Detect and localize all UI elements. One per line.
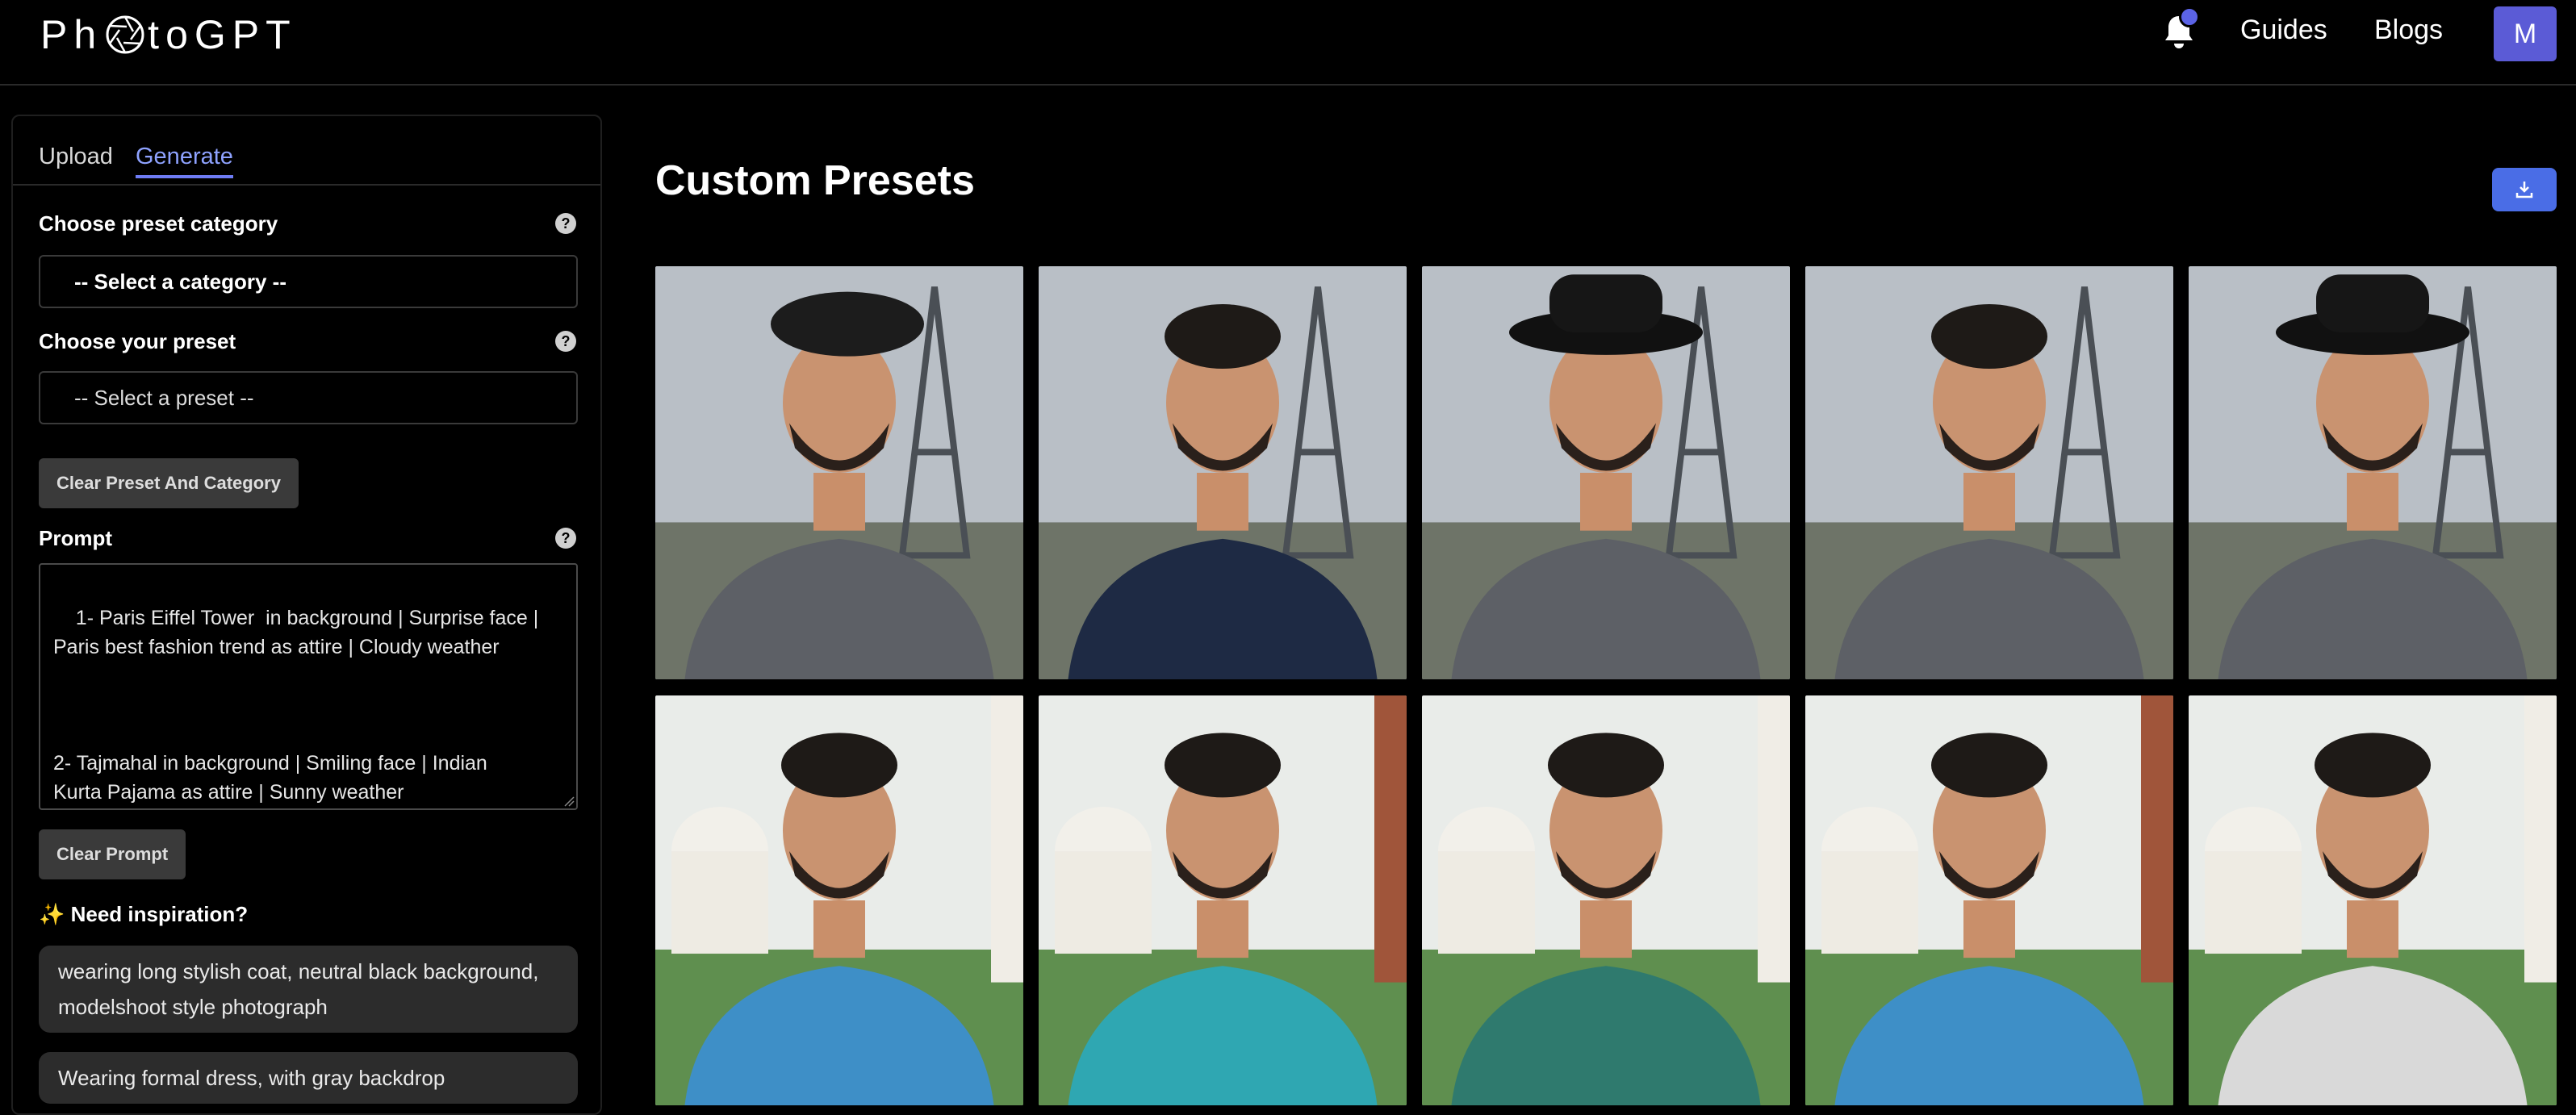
preset-photo[interactable] [1039, 695, 1407, 1105]
panel-tabs: Upload Generate [13, 116, 600, 186]
page-title: Custom Presets [655, 157, 975, 204]
preset-select[interactable]: -- Select a preset -- [39, 371, 578, 424]
nav-blogs-link[interactable]: Blogs [2374, 15, 2443, 46]
user-avatar[interactable]: M [2494, 6, 2557, 61]
preset-photo[interactable] [2189, 266, 2557, 679]
tab-generate[interactable]: Generate [136, 144, 233, 178]
preset-photo-image [1805, 695, 2173, 1105]
prompt-textarea[interactable]: 1- Paris Eiffel Tower in background | Su… [39, 563, 578, 810]
preset-label: Choose your preset [39, 329, 236, 353]
logo-text-suffix: toGPT [148, 12, 297, 57]
download-icon [2515, 182, 2533, 198]
prompt-label: Prompt [39, 526, 112, 550]
preset-photo-image [655, 695, 1023, 1105]
download-button[interactable] [2492, 168, 2557, 211]
preset-photo-image [1039, 266, 1407, 679]
preset-photo-image [2189, 695, 2557, 1105]
tab-upload[interactable]: Upload [39, 144, 113, 175]
category-label: Choose preset category [39, 211, 278, 236]
preset-photo[interactable] [655, 266, 1023, 679]
preset-photo-image [1422, 266, 1790, 679]
inspiration-chip[interactable]: wearing long stylish coat, neutral black… [39, 946, 578, 1033]
preset-photo[interactable] [1805, 266, 2173, 679]
preset-photo-image [2189, 266, 2557, 679]
preset-photo[interactable] [2189, 695, 2557, 1105]
clear-prompt-button[interactable]: Clear Prompt [39, 829, 186, 879]
generate-panel: Upload Generate Choose preset category ?… [11, 115, 602, 1115]
prompt-text: 1- Paris Eiffel Tower in background | Su… [53, 607, 539, 804]
category-help-icon[interactable]: ? [555, 213, 576, 234]
inspiration-heading: ✨ Need inspiration? [39, 902, 249, 926]
prompt-help-icon[interactable]: ? [555, 528, 576, 549]
preset-photo[interactable] [1039, 266, 1407, 679]
preset-photo[interactable] [1422, 266, 1790, 679]
category-select[interactable]: -- Select a category -- [39, 255, 578, 308]
resize-grip-icon[interactable] [562, 794, 575, 807]
preset-photo-image [655, 266, 1023, 679]
preset-photo-image [1805, 266, 2173, 679]
preset-photo-image [1039, 695, 1407, 1105]
aperture-icon [106, 15, 144, 54]
preset-photo[interactable] [1422, 695, 1790, 1105]
preset-photo[interactable] [655, 695, 1023, 1105]
preset-photo[interactable] [1805, 695, 2173, 1105]
inspiration-chip[interactable]: Wearing formal dress, with gray backdrop [39, 1052, 578, 1104]
clear-preset-button[interactable]: Clear Preset And Category [39, 458, 299, 508]
preset-help-icon[interactable]: ? [555, 331, 576, 352]
top-bar: Ph toGPT Guides Blogs M [0, 0, 2576, 86]
preset-photo-image [1422, 695, 1790, 1105]
logo-text-prefix: Ph [40, 12, 103, 57]
logo[interactable]: Ph toGPT [40, 11, 297, 58]
nav-guides-link[interactable]: Guides [2240, 15, 2327, 46]
notification-dot [2179, 6, 2200, 27]
